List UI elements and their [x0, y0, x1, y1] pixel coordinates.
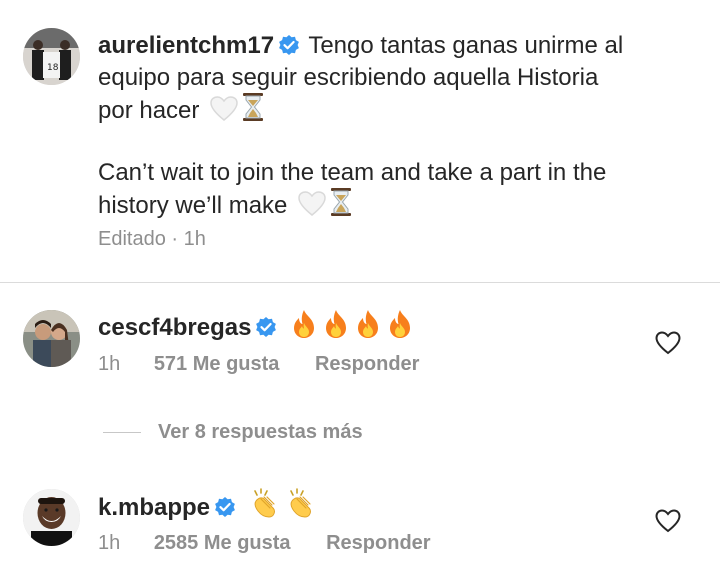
clapping-hands-icon — [249, 487, 281, 526]
like-heart-icon[interactable] — [655, 509, 681, 533]
reply-button[interactable]: Responder — [326, 532, 430, 555]
comment-emojis — [245, 488, 317, 521]
comment-time: 1h — [98, 532, 121, 554]
white-heart-icon — [210, 96, 238, 129]
caption-line-3: por hacer — [98, 97, 200, 124]
avatar-aurelientchm17[interactable]: 18 — [23, 28, 80, 85]
clapping-hands-icon — [285, 487, 317, 526]
divider — [0, 282, 720, 283]
view-replies-link[interactable]: Ver 8 respuestas más — [158, 421, 363, 444]
caption-block: 18 aurelientchm17 Tengo tantas ganas uni… — [0, 0, 720, 282]
like-count[interactable]: 2585 Me gusta — [154, 532, 291, 555]
comment-meta: 1h 2585 Me gusta Responder — [98, 532, 431, 555]
caption-line-5: history we’ll make — [98, 192, 288, 219]
caption-username[interactable]: aurelientchm17 — [98, 32, 274, 59]
comment-username[interactable]: cescf4bregas — [98, 314, 251, 341]
reply-button[interactable]: Responder — [315, 353, 419, 376]
comment-username[interactable]: k.mbappe — [98, 494, 210, 521]
verified-badge-icon — [214, 496, 236, 525]
caption-line-1: Tengo tantas ganas unirme al — [308, 32, 624, 59]
caption-text: aurelientchm17 Tengo tantas ganas unirme… — [98, 31, 623, 224]
white-heart-icon — [298, 191, 326, 224]
replies-divider — [103, 432, 141, 433]
like-heart-icon[interactable] — [655, 331, 681, 355]
comment-time: 1h — [98, 353, 121, 375]
comment-meta: 1h 571 Me gusta Responder — [98, 353, 419, 376]
verified-badge-icon — [255, 316, 277, 345]
comment-emojis — [286, 310, 414, 341]
hourglass-icon — [330, 187, 352, 224]
fire-icon — [322, 309, 350, 346]
avatar-k-mbappe[interactable] — [23, 489, 80, 546]
verified-badge-icon — [278, 34, 300, 63]
caption-meta: Editado · 1h — [98, 228, 206, 250]
like-count[interactable]: 571 Me gusta — [154, 353, 280, 376]
caption-line-4: Can’t wait to join the team and take a p… — [98, 159, 607, 186]
fire-icon — [290, 309, 318, 346]
fire-icon — [386, 309, 414, 346]
fire-icon — [354, 309, 382, 346]
svg-text:18: 18 — [47, 63, 59, 73]
caption-line-2: equipo para seguir escribiendo aquella H… — [98, 64, 599, 91]
avatar-cescf4bregas[interactable] — [23, 310, 80, 367]
hourglass-icon — [242, 92, 264, 129]
